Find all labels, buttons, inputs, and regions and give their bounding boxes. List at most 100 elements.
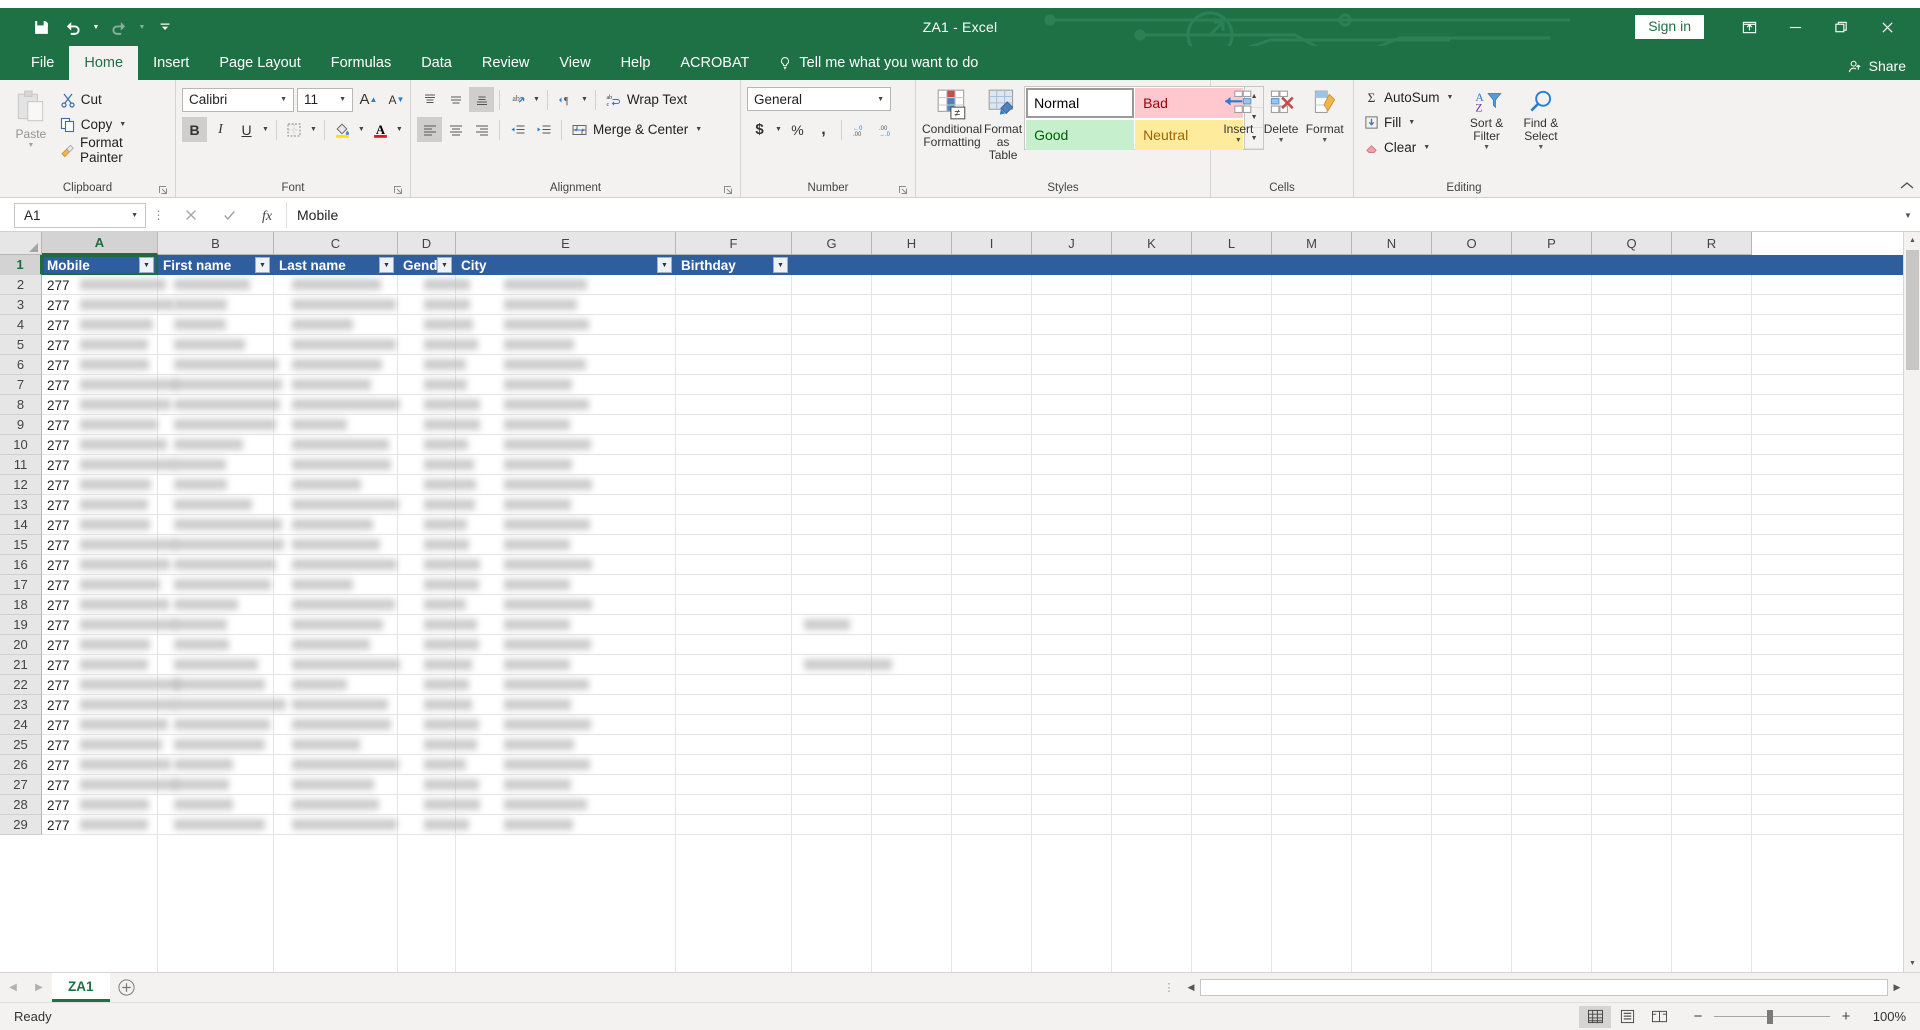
column-header-e[interactable]: E xyxy=(456,232,676,255)
tab-home[interactable]: Home xyxy=(69,46,139,80)
align-left-icon[interactable] xyxy=(417,117,442,142)
underline-button[interactable]: U xyxy=(234,117,259,142)
table-row[interactable]: 277 xyxy=(42,795,1920,815)
column-header-f[interactable]: F xyxy=(676,232,792,255)
borders-dropdown-icon[interactable]: ▼ xyxy=(308,126,319,133)
cell-mobile[interactable]: 277 xyxy=(42,535,70,555)
alignment-dialog-launcher[interactable] xyxy=(722,184,734,196)
cell-mobile[interactable]: 277 xyxy=(42,755,70,775)
copy-dropdown-icon[interactable]: ▼ xyxy=(117,121,128,128)
decrease-indent-icon[interactable] xyxy=(505,117,530,142)
column-header-o[interactable]: O xyxy=(1432,232,1512,255)
page-break-preview-button[interactable] xyxy=(1643,1006,1675,1028)
row-header-25[interactable]: 25 xyxy=(0,735,42,755)
sheet-tab-za1[interactable]: ZA1 xyxy=(52,973,110,1002)
increase-indent-icon[interactable] xyxy=(531,117,556,142)
horizontal-scrollbar[interactable]: ◀ ▶ xyxy=(1182,978,1906,998)
cell-mobile[interactable]: 277 xyxy=(42,695,70,715)
table-row[interactable]: 277 xyxy=(42,715,1920,735)
cell-mobile[interactable]: 277 xyxy=(42,275,70,295)
font-family-dropdown-icon[interactable]: ▼ xyxy=(278,96,289,103)
column-header-a[interactable]: A xyxy=(42,232,158,255)
row-header-15[interactable]: 15 xyxy=(0,535,42,555)
zoom-slider-thumb[interactable] xyxy=(1767,1009,1773,1024)
scroll-right-icon[interactable]: ▶ xyxy=(1888,979,1906,997)
format-painter-button[interactable]: Format Painter xyxy=(56,135,169,165)
row-header-14[interactable]: 14 xyxy=(0,515,42,535)
scroll-up-icon[interactable]: ▲ xyxy=(1904,232,1920,249)
row-header-27[interactable]: 27 xyxy=(0,775,42,795)
column-header-b[interactable]: B xyxy=(158,232,274,255)
cell-mobile[interactable]: 277 xyxy=(42,455,70,475)
row-header-3[interactable]: 3 xyxy=(0,295,42,315)
style-normal[interactable]: Normal xyxy=(1026,88,1135,118)
tab-file[interactable]: File xyxy=(16,46,70,80)
table-row[interactable]: 277 xyxy=(42,775,1920,795)
filter-dropdown-icon-last-name[interactable]: ▼ xyxy=(379,257,394,273)
column-header-j[interactable]: J xyxy=(1032,232,1112,255)
collapse-ribbon-icon[interactable] xyxy=(1900,180,1914,195)
cell-mobile[interactable]: 277 xyxy=(42,575,70,595)
tab-page-layout[interactable]: Page Layout xyxy=(204,46,315,80)
row-header-1[interactable]: 1 xyxy=(0,255,42,275)
tab-insert[interactable]: Insert xyxy=(138,46,204,80)
text-direction-dropdown-icon[interactable]: ▼ xyxy=(579,96,590,103)
row-header-28[interactable]: 28 xyxy=(0,795,42,815)
row-header-18[interactable]: 18 xyxy=(0,595,42,615)
orientation-dropdown-icon[interactable]: ▼ xyxy=(531,96,542,103)
cell-mobile[interactable]: 277 xyxy=(42,775,70,795)
increase-font-size-icon[interactable]: A ▲ xyxy=(356,87,381,112)
tab-formulas[interactable]: Formulas xyxy=(316,46,406,80)
row-header-17[interactable]: 17 xyxy=(0,575,42,595)
autosum-button[interactable]: Σ AutoSum ▼ xyxy=(1360,85,1459,110)
comma-style-button[interactable]: , xyxy=(811,117,836,142)
table-row[interactable]: 277 xyxy=(42,315,1920,335)
align-middle-icon[interactable] xyxy=(443,87,468,112)
cell-mobile[interactable]: 277 xyxy=(42,555,70,575)
column-header-l[interactable]: L xyxy=(1192,232,1272,255)
percent-button[interactable]: % xyxy=(785,117,810,142)
filter-dropdown-icon-city[interactable]: ▼ xyxy=(657,257,672,273)
filter-dropdown-icon-birthday[interactable]: ▼ xyxy=(773,257,788,273)
align-center-icon[interactable] xyxy=(443,117,468,142)
previous-sheet-icon[interactable]: ◀ xyxy=(0,975,26,1001)
font-color-dropdown-icon[interactable]: ▼ xyxy=(394,126,405,133)
row-header-19[interactable]: 19 xyxy=(0,615,42,635)
underline-dropdown-icon[interactable]: ▼ xyxy=(260,126,271,133)
table-row[interactable]: 277 xyxy=(42,695,1920,715)
delete-dropdown-icon[interactable]: ▼ xyxy=(1278,137,1285,144)
format-cells-button[interactable]: Format ▼ xyxy=(1302,85,1347,144)
cell-mobile[interactable]: 277 xyxy=(42,495,70,515)
cell-mobile[interactable]: 277 xyxy=(42,375,70,395)
cut-button[interactable]: Cut xyxy=(56,87,169,112)
tab-view[interactable]: View xyxy=(544,46,605,80)
find-select-button[interactable]: Find & Select ▼ xyxy=(1514,85,1568,151)
font-family-input[interactable]: Calibri ▼ xyxy=(182,87,294,112)
clear-button[interactable]: Clear ▼ xyxy=(1360,135,1459,160)
zoom-level-label[interactable]: 100% xyxy=(1862,1009,1906,1024)
increase-decimal-icon[interactable]: ←0.00 xyxy=(847,117,872,142)
tell-me-search[interactable]: Tell me what you want to do xyxy=(764,46,988,80)
table-row[interactable]: 277 xyxy=(42,575,1920,595)
column-header-c[interactable]: C xyxy=(274,232,398,255)
redo-dropdown-icon[interactable]: ▼ xyxy=(136,14,148,40)
ribbon-display-options-icon[interactable] xyxy=(1726,10,1772,44)
align-right-icon[interactable] xyxy=(469,117,494,142)
minimize-icon[interactable] xyxy=(1772,10,1818,44)
cell-mobile[interactable]: 277 xyxy=(42,735,70,755)
customize-quick-access-toolbar-icon[interactable] xyxy=(150,14,180,40)
decrease-decimal-icon[interactable]: .00 →.0 xyxy=(873,117,898,142)
sign-in-button[interactable]: Sign in xyxy=(1635,14,1704,40)
insert-cells-button[interactable]: Insert ▼ xyxy=(1217,85,1260,144)
page-layout-view-button[interactable] xyxy=(1611,1006,1643,1028)
cell-mobile[interactable]: 277 xyxy=(42,515,70,535)
table-row[interactable]: 277 xyxy=(42,455,1920,475)
table-row[interactable]: 277 xyxy=(42,815,1920,835)
cell-mobile[interactable]: 277 xyxy=(42,355,70,375)
merge-center-button[interactable]: Merge & Center ▼ xyxy=(567,117,708,142)
cell-mobile[interactable]: 277 xyxy=(42,335,70,355)
fill-button[interactable]: Fill ▼ xyxy=(1360,110,1459,135)
row-header-10[interactable]: 10 xyxy=(0,435,42,455)
autosum-dropdown-icon[interactable]: ▼ xyxy=(1445,94,1456,101)
number-format-select[interactable]: General ▼ xyxy=(747,87,891,111)
